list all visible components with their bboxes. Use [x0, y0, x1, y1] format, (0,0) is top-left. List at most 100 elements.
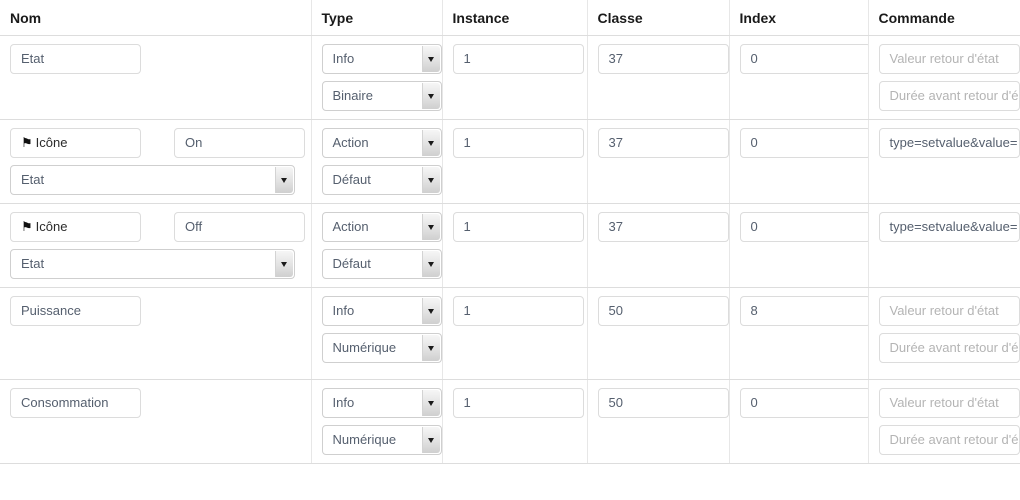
table-row: ⚑ Icône Off Etat Action Défaut 1 37 0 ty…: [0, 203, 1020, 288]
chevron-down-icon: [421, 335, 440, 361]
icon-picker-label: Icône: [35, 219, 68, 234]
index-input[interactable]: 0: [739, 44, 871, 74]
index-input[interactable]: 0: [739, 128, 871, 158]
linked-state-value: Etat: [21, 256, 45, 271]
cell-type: Info Binaire: [311, 35, 443, 120]
subtype-select-value: Défaut: [332, 256, 371, 271]
type-select-value: Action: [332, 219, 369, 234]
instance-input[interactable]: 1: [452, 212, 584, 242]
cell-type: Action Défaut: [311, 119, 443, 204]
chevron-down-icon: [421, 390, 440, 416]
cell-commande: Valeur retour d'état Durée avant retour …: [868, 35, 1020, 120]
classe-input[interactable]: 50: [597, 296, 729, 326]
duree-retour-input[interactable]: Durée avant retour d'é: [878, 333, 1020, 363]
cell-classe: 50: [587, 287, 730, 380]
cell-nom: ⚑ Icône On Etat: [0, 119, 312, 204]
cell-index: 8: [729, 287, 871, 380]
name-input[interactable]: On: [174, 128, 305, 158]
subtype-select[interactable]: Binaire: [321, 81, 442, 111]
cell-instance: 1: [442, 119, 588, 204]
cell-classe: 37: [587, 119, 730, 204]
chevron-down-icon: [421, 46, 440, 72]
cell-index: 0: [729, 119, 871, 204]
name-input[interactable]: Off: [174, 212, 305, 242]
table-row: Etat Info Binaire 1 37 0 Valeur retour d…: [0, 35, 1020, 120]
row-spacer: [10, 81, 301, 97]
icon-picker-button[interactable]: ⚑ Icône: [10, 128, 141, 158]
row-spacer: [10, 425, 301, 455]
chevron-down-icon: [421, 83, 440, 109]
type-select[interactable]: Action: [321, 128, 442, 158]
instance-input[interactable]: 1: [452, 44, 584, 74]
valeur-retour-input[interactable]: Valeur retour d'état: [878, 388, 1020, 418]
cell-instance: 1: [442, 35, 588, 120]
cell-nom: ⚑ Icône Off Etat: [0, 203, 312, 288]
table-row: ⚑ Icône On Etat Action Défaut 1 37 0 typ…: [0, 119, 1020, 204]
type-select[interactable]: Info: [321, 388, 442, 418]
commands-table: Nom Type Instance Classe Index Commande …: [0, 0, 1020, 464]
chevron-down-icon: [421, 427, 440, 453]
index-input[interactable]: 0: [739, 212, 871, 242]
instance-input[interactable]: 1: [452, 128, 584, 158]
type-select[interactable]: Action: [321, 212, 442, 242]
linked-state-select[interactable]: Etat: [10, 165, 295, 195]
cell-index: 0: [729, 203, 871, 288]
table-header-row: Nom Type Instance Classe Index Commande: [0, 0, 1020, 36]
chevron-down-icon: [421, 167, 440, 193]
cell-instance: 1: [442, 287, 588, 380]
duree-retour-input[interactable]: Durée avant retour d'é: [878, 81, 1020, 111]
cell-nom: Consommation: [0, 379, 312, 464]
instance-input[interactable]: 1: [452, 296, 584, 326]
subtype-select[interactable]: Défaut: [321, 165, 442, 195]
index-input[interactable]: 0: [739, 388, 871, 418]
subtype-select-value: Numérique: [332, 432, 397, 447]
cell-index: 0: [729, 379, 871, 464]
subtype-select[interactable]: Défaut: [321, 249, 442, 279]
subtype-select[interactable]: Numérique: [321, 333, 442, 363]
flag-icon: ⚑: [21, 135, 33, 150]
cell-instance: 1: [442, 379, 588, 464]
type-select-value: Info: [332, 395, 355, 410]
name-input[interactable]: Etat: [10, 44, 141, 74]
valeur-retour-input[interactable]: Valeur retour d'état: [878, 296, 1020, 326]
type-select-value: Info: [332, 51, 355, 66]
cell-classe: 37: [587, 203, 730, 288]
cell-nom: Puissance: [0, 287, 312, 380]
cell-commande: type=setvalue&value=: [868, 119, 1020, 204]
cell-commande: type=setvalue&value=: [868, 203, 1020, 288]
name-input[interactable]: Consommation: [10, 388, 141, 418]
icon-picker-label: Icône: [35, 135, 68, 150]
instance-input[interactable]: 1: [452, 388, 584, 418]
subtype-select-value: Binaire: [332, 88, 373, 103]
cell-type: Info Numérique: [311, 379, 443, 464]
cell-type: Info Numérique: [311, 287, 443, 380]
column-header-type: Type: [311, 0, 443, 36]
subtype-select-value: Défaut: [332, 172, 371, 187]
duree-retour-input[interactable]: Durée avant retour d'é: [878, 425, 1020, 455]
subtype-select[interactable]: Numérique: [321, 425, 442, 455]
valeur-retour-input[interactable]: Valeur retour d'état: [878, 44, 1020, 74]
column-header-classe: Classe: [587, 0, 730, 36]
classe-input[interactable]: 50: [597, 388, 729, 418]
commande-input[interactable]: type=setvalue&value=: [878, 212, 1020, 242]
row-spacer: [10, 333, 301, 371]
chevron-down-icon: [275, 251, 293, 277]
flag-icon: ⚑: [21, 219, 33, 234]
index-input[interactable]: 8: [739, 296, 871, 326]
icon-picker-button[interactable]: ⚑ Icône: [10, 212, 141, 242]
chevron-down-icon: [421, 251, 440, 277]
table-row: Puissance Info Numérique 1 50 8 Valeur r…: [0, 287, 1020, 380]
classe-input[interactable]: 37: [597, 128, 729, 158]
linked-state-select[interactable]: Etat: [10, 249, 295, 279]
commande-input[interactable]: type=setvalue&value=: [878, 128, 1020, 158]
classe-input[interactable]: 37: [597, 44, 729, 74]
chevron-down-icon: [275, 167, 293, 193]
chevron-down-icon: [421, 214, 440, 240]
classe-input[interactable]: 37: [597, 212, 729, 242]
type-select[interactable]: Info: [321, 44, 442, 74]
type-select[interactable]: Info: [321, 296, 442, 326]
name-input[interactable]: Puissance: [10, 296, 141, 326]
linked-state-value: Etat: [21, 172, 45, 187]
cell-index: 0: [729, 35, 871, 120]
cell-commande: Valeur retour d'état Durée avant retour …: [868, 379, 1020, 464]
